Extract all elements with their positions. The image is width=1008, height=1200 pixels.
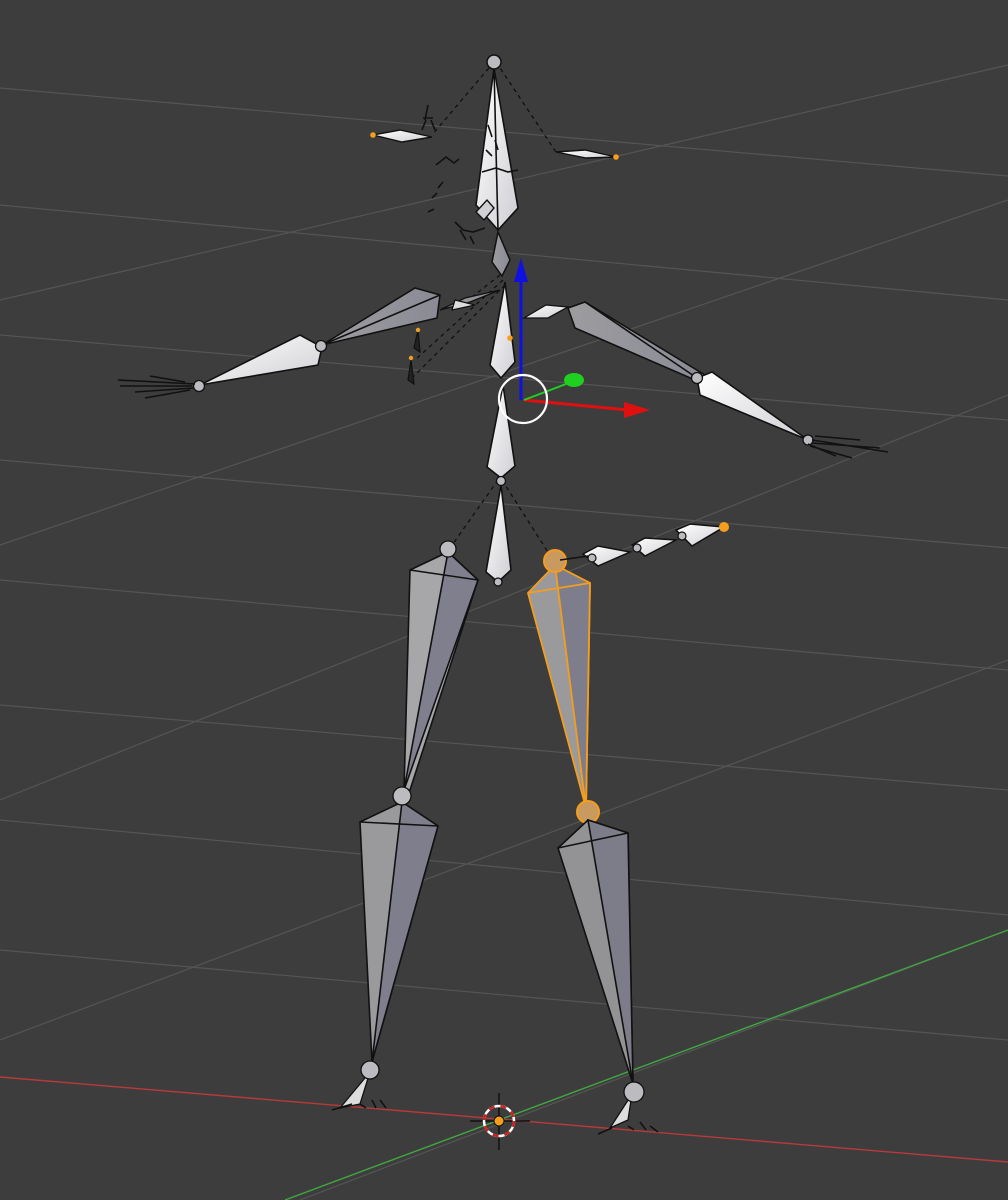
bone-foot-right[interactable] (597, 1081, 659, 1135)
bone-shin-right[interactable] (557, 818, 634, 1085)
bone-spine[interactable] (486, 384, 516, 487)
hand-left[interactable] (117, 375, 196, 399)
bone-head[interactable] (475, 54, 519, 232)
bone-shoulder-right[interactable] (521, 304, 571, 319)
bone-shoulder-left[interactable] (439, 289, 501, 311)
bone-hips[interactable] (485, 484, 512, 587)
bone-foot-left[interactable] (331, 1060, 387, 1111)
gizmo-z-arrow-icon[interactable] (514, 258, 528, 282)
gizmo-x-axis[interactable] (523, 398, 629, 412)
gizmo-x-arrow-icon[interactable] (624, 402, 650, 418)
bone-tail-chain[interactable] (559, 522, 729, 567)
3d-cursor-icon (470, 1093, 530, 1150)
hand-right[interactable] (807, 435, 889, 459)
bone-upper-arm-left[interactable] (321, 287, 441, 346)
bone-forearm-right[interactable] (690, 371, 814, 446)
3d-viewport[interactable] (0, 0, 1008, 1200)
bone-thigh-right-selected[interactable] (526, 549, 600, 824)
gizmo-y-tip-icon[interactable] (564, 373, 584, 387)
bone-forearm-left[interactable] (192, 334, 328, 393)
floor-grid (0, 64, 1008, 1200)
bone-shin-left[interactable] (359, 786, 439, 1063)
bone-upper-arm-right[interactable] (566, 301, 707, 381)
viewport-canvas[interactable] (0, 0, 1008, 1200)
gizmo-center-ring[interactable] (497, 373, 549, 425)
bone-thigh-left[interactable] (403, 540, 479, 791)
bone-neck[interactable] (491, 229, 511, 278)
